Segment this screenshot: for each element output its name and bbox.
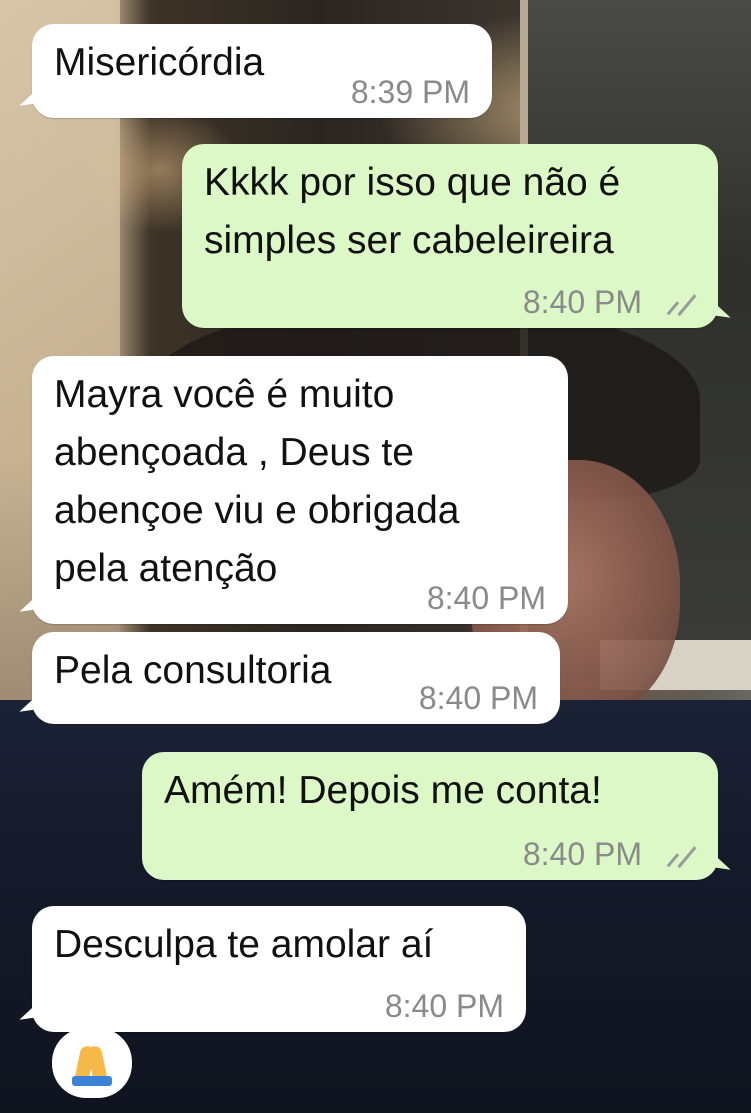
message-time: 8:40 PM bbox=[522, 284, 642, 320]
message-meta: 8:40 PM bbox=[522, 282, 697, 322]
message-bubble-incoming[interactable]: Desculpa te amolar aí 8:40 PM bbox=[32, 906, 526, 1032]
message-text: Mayra você é muito abençoada , Deus te a… bbox=[54, 373, 460, 590]
message-time: 8:40 PM bbox=[384, 988, 504, 1024]
message-bubble-incoming[interactable]: Pela consultoria 8:40 PM bbox=[32, 632, 560, 724]
message-meta: 8:40 PM bbox=[419, 678, 538, 718]
message-text: Kkkk por isso que não é simples ser cabe… bbox=[204, 161, 621, 262]
message-text: Desculpa te amolar aí bbox=[54, 923, 434, 966]
message-text: Amém! Depois me conta! bbox=[164, 769, 602, 812]
reaction-bubble[interactable] bbox=[52, 1028, 132, 1098]
message-time: 8:40 PM bbox=[426, 580, 546, 616]
message-bubble-outgoing[interactable]: Kkkk por isso que não é simples ser cabe… bbox=[182, 144, 718, 328]
message-time: 8:39 PM bbox=[350, 74, 470, 110]
praying-hands-icon bbox=[70, 1040, 114, 1086]
message-time: 8:40 PM bbox=[522, 836, 642, 872]
message-meta: 8:40 PM bbox=[385, 986, 504, 1026]
message-meta: 8:39 PM bbox=[351, 72, 470, 112]
double-check-icon bbox=[652, 837, 697, 869]
message-bubble-incoming[interactable]: Mayra você é muito abençoada , Deus te a… bbox=[32, 356, 568, 624]
message-meta: 8:40 PM bbox=[427, 578, 546, 618]
message-time: 8:40 PM bbox=[418, 680, 538, 716]
message-bubble-outgoing[interactable]: Amém! Depois me conta! 8:40 PM bbox=[142, 752, 718, 880]
message-meta: 8:40 PM bbox=[522, 834, 697, 874]
double-check-icon bbox=[652, 285, 697, 317]
message-bubble-incoming[interactable]: Misericórdia 8:39 PM bbox=[32, 24, 492, 118]
